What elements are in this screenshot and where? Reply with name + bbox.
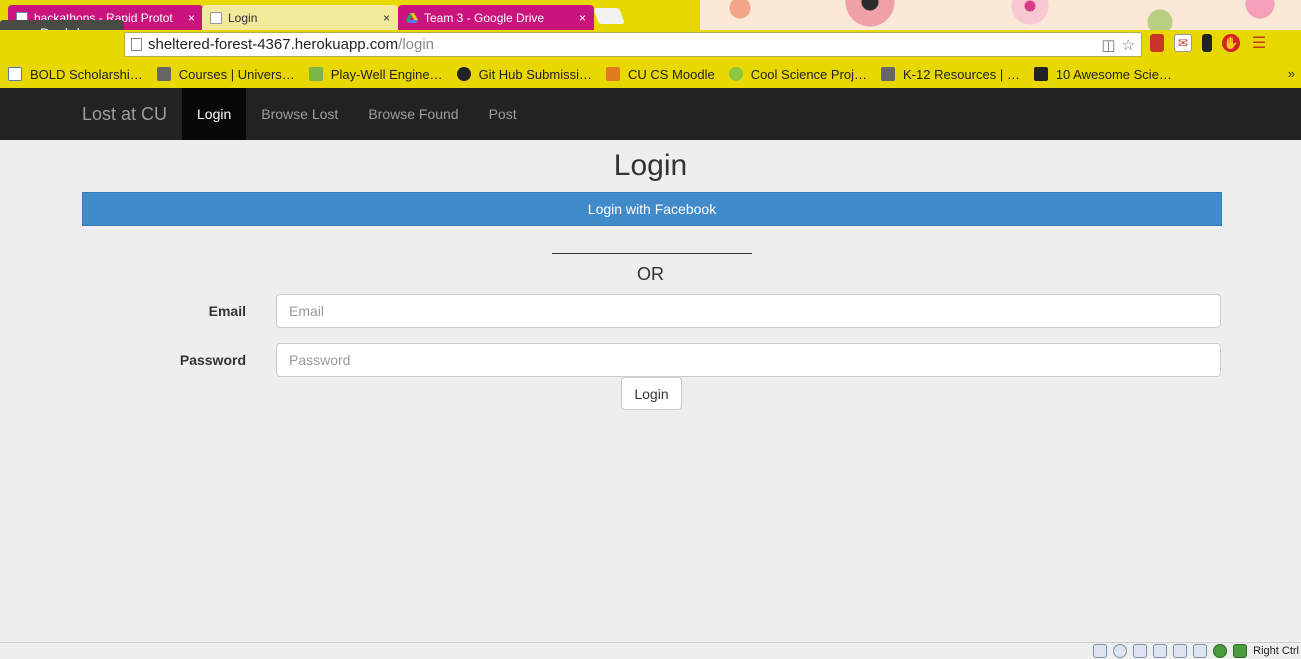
password-input[interactable]	[276, 343, 1221, 377]
site-icon	[156, 67, 171, 81]
bookmark-item[interactable]: Git Hub Submissi…	[456, 66, 592, 82]
bookmark-label: Git Hub Submissi…	[478, 66, 592, 82]
bookmark-label: BOLD Scholarshi…	[30, 66, 143, 82]
amazon-icon	[1033, 67, 1048, 81]
bookmark-label: CU CS Moodle	[627, 66, 715, 82]
host-key-label: Right Ctrl	[1253, 645, 1299, 657]
close-icon[interactable]: ×	[188, 11, 195, 25]
bookmark-item[interactable]: 10 Awesome Scie…	[1033, 66, 1172, 82]
arrow-down-icon[interactable]	[1233, 644, 1248, 658]
bookmark-ext-icon[interactable]	[1150, 34, 1164, 52]
network-icon[interactable]	[1153, 644, 1168, 658]
new-tab-button[interactable]	[593, 8, 625, 24]
star-icon[interactable]: ☆	[1122, 36, 1135, 54]
bookmark-item[interactable]: Courses | Univers…	[156, 66, 295, 82]
email-input[interactable]	[276, 294, 1221, 328]
drive-icon	[406, 12, 418, 24]
folder-icon[interactable]	[1173, 644, 1188, 658]
bookmark-label: Cool Science Proj…	[750, 66, 868, 82]
page-icon	[8, 67, 22, 81]
login-page: Login Login with Facebook OR Email Passw…	[0, 140, 1301, 642]
nav-login[interactable]: Login	[182, 88, 247, 140]
github-icon	[456, 67, 471, 81]
menu-icon[interactable]: ☰	[1250, 34, 1268, 52]
address-bar[interactable]: sheltered-forest-4367.herokuapp.com/logi…	[124, 32, 1142, 57]
bookmark-item[interactable]: CU CS Moodle	[605, 66, 715, 82]
password-label: Password	[179, 352, 246, 368]
bookmarks-bar: BOLD Scholarshi… Courses | Univers… Play…	[0, 60, 1301, 88]
theme-background	[700, 0, 1301, 30]
or-separator: OR	[637, 264, 664, 284]
vm-status-bar: Right Ctrl	[0, 642, 1301, 659]
tab-label: Team 3 - Google Drive	[424, 10, 545, 25]
site-icon	[881, 67, 896, 81]
reader-icon[interactable]: ◫	[1101, 36, 1115, 54]
status-tray: Right Ctrl	[1093, 644, 1299, 658]
url-host: sheltered-forest-4367.herokuapp.com	[148, 36, 399, 53]
url-path: /login	[398, 36, 435, 53]
page-icon	[131, 38, 142, 51]
site-navbar: Lost at CU Login Browse Lost Browse Foun…	[0, 88, 1301, 140]
moodle-icon	[605, 67, 620, 81]
blocks-icon	[308, 67, 323, 81]
bookmark-label: Play-Well Engine…	[330, 66, 443, 82]
phone-icon[interactable]	[1202, 34, 1212, 52]
globe-icon[interactable]	[1213, 644, 1228, 658]
e-icon	[728, 67, 743, 81]
nav-browse-found[interactable]: Browse Found	[353, 88, 473, 140]
bookmark-label: Courses | Univers…	[178, 66, 295, 82]
bookmarks-overflow-button[interactable]: »	[1288, 66, 1295, 81]
bookmark-item[interactable]: Cool Science Proj…	[728, 66, 868, 82]
login-submit-button[interactable]: Login	[621, 377, 682, 410]
browser-tab-strip: hackathons - Rapid Protot × Login × Team…	[0, 0, 1301, 30]
facebook-login-button[interactable]: Login with Facebook	[82, 192, 1222, 226]
gmail-icon[interactable]: ✉	[1174, 34, 1192, 52]
pen-icon[interactable]	[1133, 644, 1148, 658]
bookmark-item[interactable]: Play-Well Engine…	[308, 66, 443, 82]
nav-links: Login Browse Lost Browse Found Post	[182, 88, 532, 140]
browser-toolbar: sheltered-forest-4367.herokuapp.com/logi…	[0, 30, 1301, 60]
divider	[552, 253, 752, 254]
tab-login[interactable]: Login ×	[202, 5, 398, 30]
tab-google-drive[interactable]: Team 3 - Google Drive ×	[398, 5, 594, 30]
tab-label: Login	[228, 10, 258, 25]
cd-icon[interactable]	[1113, 644, 1128, 658]
bookmark-item[interactable]: K-12 Resources | …	[881, 67, 1020, 82]
page-title: Login	[613, 149, 688, 182]
page-icon	[210, 11, 222, 24]
bookmark-label: 10 Awesome Scie…	[1055, 66, 1172, 82]
nav-post[interactable]: Post	[474, 88, 532, 140]
bookmark-label: K-12 Resources | …	[903, 66, 1020, 82]
email-label: Email	[208, 303, 246, 319]
site-brand[interactable]: Lost at CU	[82, 88, 167, 140]
close-icon[interactable]: ×	[383, 11, 390, 25]
display-icon[interactable]	[1193, 644, 1208, 658]
bookmark-item[interactable]: BOLD Scholarshi…	[8, 67, 143, 82]
adblock-icon[interactable]: ✋	[1222, 34, 1240, 52]
disk-icon[interactable]	[1093, 644, 1108, 658]
nav-browse-lost[interactable]: Browse Lost	[246, 88, 353, 140]
close-icon[interactable]: ×	[579, 11, 586, 25]
